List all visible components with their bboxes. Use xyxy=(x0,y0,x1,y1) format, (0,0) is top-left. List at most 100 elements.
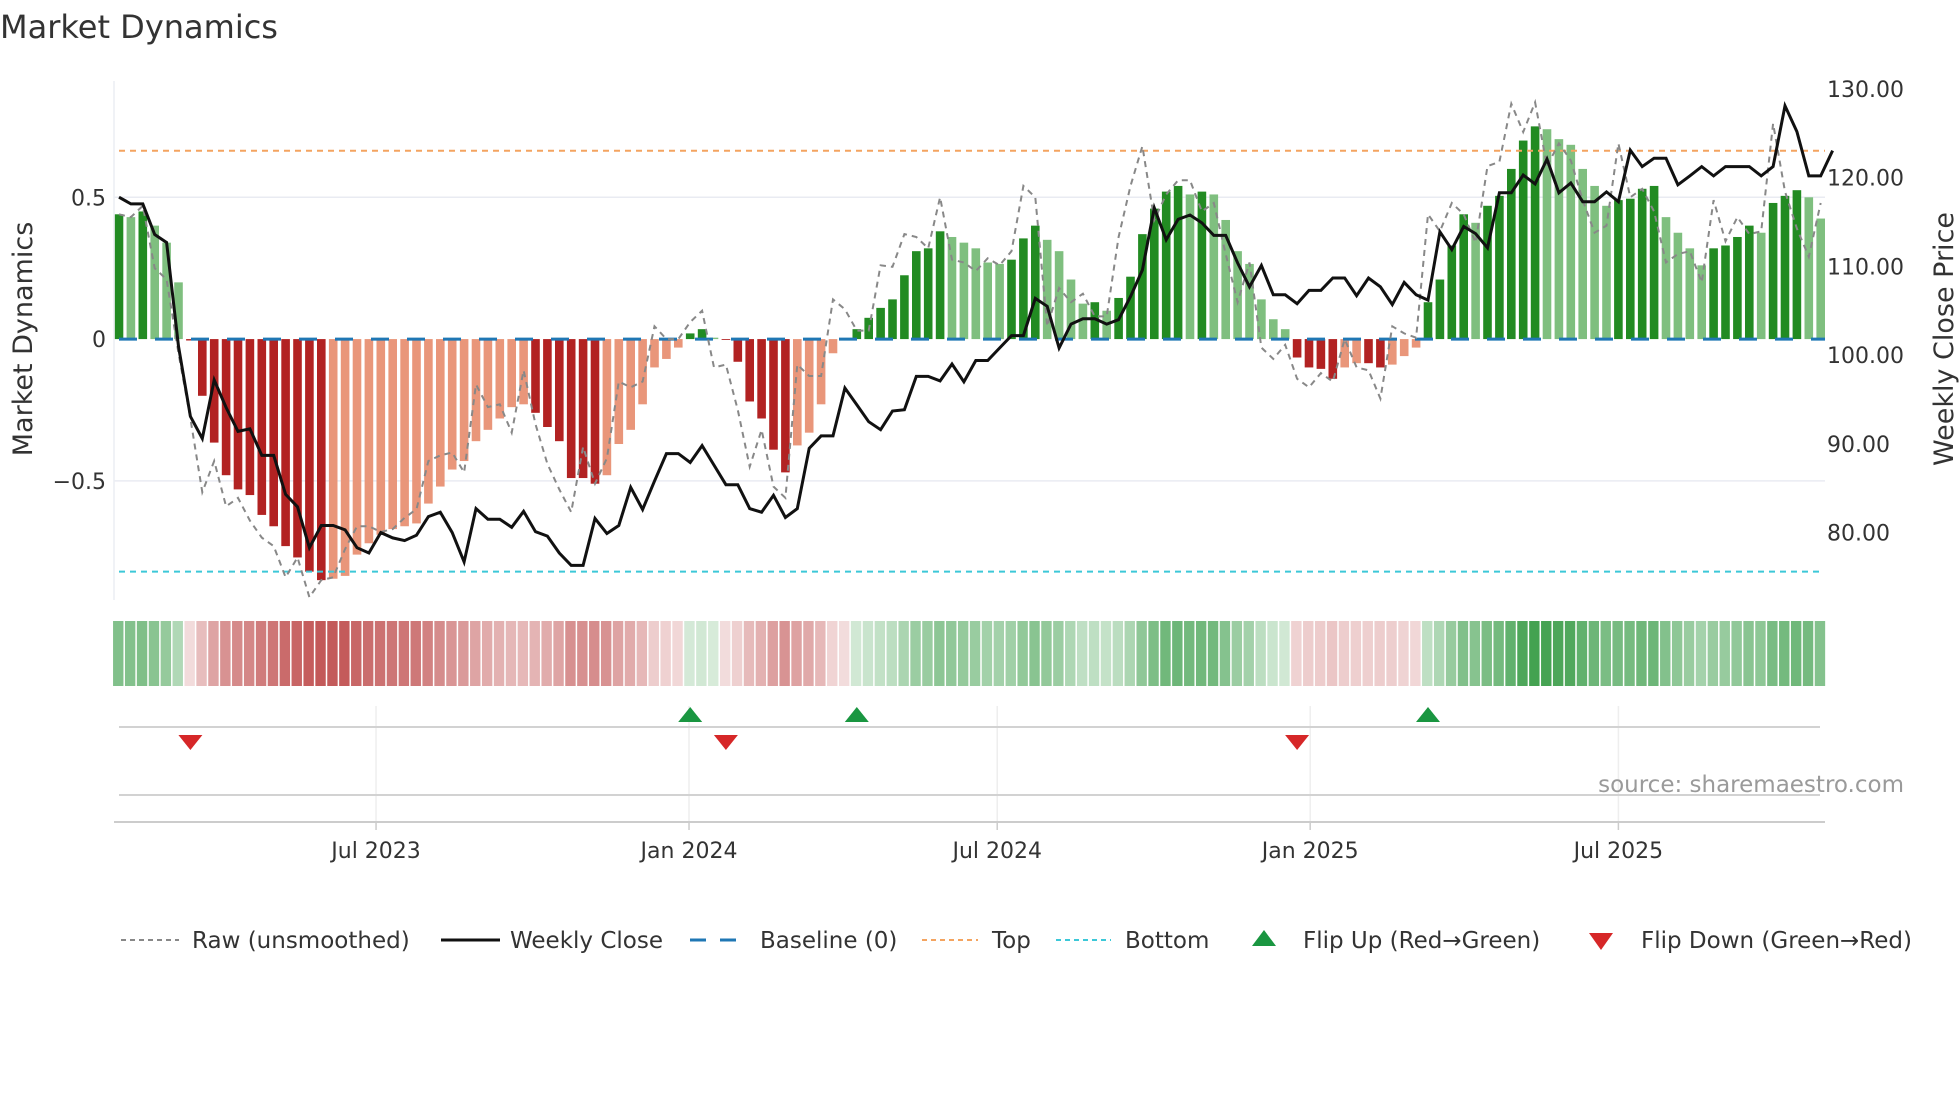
momentum-bar xyxy=(721,339,731,340)
heat-cell xyxy=(1457,621,1469,686)
momentum-bar xyxy=(543,339,552,427)
heat-cell xyxy=(1148,621,1159,686)
heat-cell xyxy=(1303,621,1314,686)
momentum-bar xyxy=(1328,339,1338,379)
momentum-bar xyxy=(1804,197,1814,340)
momentum-bar xyxy=(590,339,600,484)
momentum-bar xyxy=(1590,185,1599,340)
momentum-bar xyxy=(1507,168,1516,340)
heat-cell xyxy=(386,621,398,686)
heat-cell xyxy=(315,621,326,686)
heat-cell xyxy=(577,621,588,686)
heat-cell xyxy=(422,621,433,686)
momentum-bar xyxy=(971,248,981,340)
momentum-bar xyxy=(1292,339,1302,358)
heat-cell xyxy=(196,621,207,686)
flip-up-marker xyxy=(678,707,703,722)
momentum-bar xyxy=(1126,276,1135,340)
heat-cell xyxy=(981,621,993,686)
x-tick-label: Jul 2023 xyxy=(329,839,421,864)
heat-cell xyxy=(1362,621,1373,686)
heat-cell xyxy=(1184,621,1195,686)
legend-flip-up-label: Flip Up (Red→Green) xyxy=(1303,928,1540,954)
momentum-bar xyxy=(578,339,588,479)
momentum-bar xyxy=(1471,222,1480,340)
heat-cell xyxy=(862,621,874,686)
heat-cell xyxy=(1648,621,1659,686)
heat-cell xyxy=(1005,621,1016,686)
momentum-bar xyxy=(1816,218,1825,340)
heat-cell xyxy=(850,621,862,686)
heat-cell xyxy=(886,621,897,686)
momentum-bar xyxy=(447,339,457,470)
heat-cell xyxy=(874,621,886,686)
heat-cell xyxy=(1398,621,1409,686)
market-dynamics-chart: Market Dynamics 0.5 0 −0.5 130.00 120.00 110.… xyxy=(0,8,1960,954)
momentum-bar xyxy=(388,339,397,530)
y-axis-title: Market Dynamics xyxy=(8,222,39,457)
heat-cell xyxy=(398,621,410,686)
momentum-bar xyxy=(1780,195,1790,340)
heat-cell xyxy=(184,621,195,686)
momentum-bar xyxy=(781,339,790,473)
momentum-bar xyxy=(888,299,897,340)
heat-cell xyxy=(565,621,576,686)
momentum-bar xyxy=(1756,232,1766,340)
heat-cell xyxy=(1790,621,1802,686)
momentum-bar xyxy=(1304,339,1314,368)
momentum-bar xyxy=(1733,236,1742,340)
heat-cell xyxy=(767,621,778,686)
heat-cell xyxy=(517,621,529,686)
x-tick-label: Jan 2024 xyxy=(639,839,738,864)
momentum-bar xyxy=(1792,190,1802,340)
momentum-bar xyxy=(923,248,933,340)
heat-cell xyxy=(946,621,957,686)
heat-cell xyxy=(1088,621,1100,686)
legend-close-label: Weekly Close xyxy=(510,928,663,954)
heat-cell xyxy=(160,621,172,686)
momentum-bar xyxy=(1721,245,1730,340)
momentum-bar xyxy=(1614,200,1623,340)
momentum-bar xyxy=(1637,188,1647,340)
heat-cell xyxy=(1529,621,1540,686)
heat-cell xyxy=(612,621,624,686)
source-label: source: sharemaestro.com xyxy=(1598,772,1904,798)
x-tick-label: Jan 2025 xyxy=(1260,839,1359,864)
momentum-bar xyxy=(281,339,290,547)
heat-cell xyxy=(232,621,243,686)
heat-cell xyxy=(267,621,279,686)
y2-tick-label: 120.00 xyxy=(1827,167,1904,192)
heat-cell xyxy=(351,621,362,686)
heat-cell xyxy=(374,621,386,686)
heat-cell xyxy=(660,621,671,686)
heat-cell xyxy=(898,621,909,686)
momentum-bar xyxy=(1435,279,1445,340)
heat-cell xyxy=(434,621,445,686)
heat-cell xyxy=(969,621,981,686)
heat-cell xyxy=(255,621,267,686)
heat-cell xyxy=(743,621,755,686)
raw-unsmoothed-line xyxy=(118,98,1822,600)
momentum-bar xyxy=(983,262,992,340)
legend-flip-up-icon xyxy=(1252,930,1276,946)
heat-cell xyxy=(1564,621,1576,686)
momentum-bar xyxy=(352,339,362,555)
heat-cell xyxy=(136,621,148,686)
momentum-bar xyxy=(364,339,374,544)
momentum-bar xyxy=(566,339,576,479)
heat-cell xyxy=(803,621,814,686)
heat-cell xyxy=(1422,621,1433,686)
momentum-bar xyxy=(1685,248,1695,340)
momentum-bar xyxy=(828,339,838,354)
heat-cell xyxy=(791,621,802,686)
momentum-bar xyxy=(293,339,302,558)
momentum-bar xyxy=(555,339,564,442)
heat-cell xyxy=(1505,621,1516,686)
momentum-bars xyxy=(114,126,1825,581)
heat-cell xyxy=(1291,621,1302,686)
momentum-bar xyxy=(769,339,778,450)
heat-cell xyxy=(446,621,457,686)
heat-cell xyxy=(291,621,302,686)
momentum-bar xyxy=(340,339,350,576)
heat-cell xyxy=(827,621,838,686)
